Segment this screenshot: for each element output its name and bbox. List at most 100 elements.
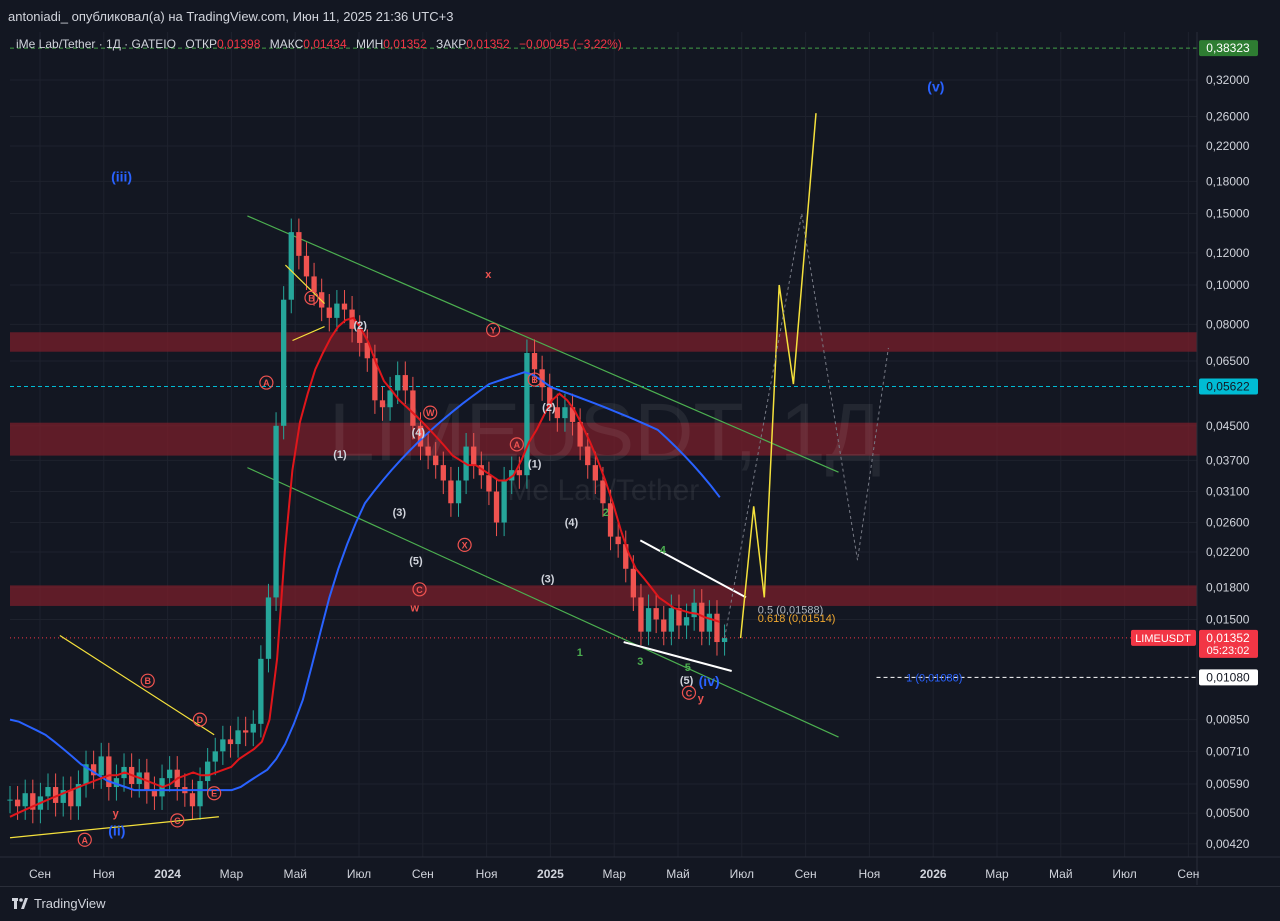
wave-label: 3 <box>637 656 643 668</box>
circled-wave-label: A <box>82 835 89 845</box>
candle-body <box>303 255 310 277</box>
candle-body <box>258 658 264 724</box>
x-tick-label: Мар <box>220 867 244 881</box>
x-tick-label: Ноя <box>93 867 115 881</box>
y-tick-label: 0,00420 <box>1206 837 1250 851</box>
candle-body <box>281 299 287 426</box>
candle-body <box>615 536 621 545</box>
circled-wave-label: C <box>416 585 423 595</box>
legend-open-label: ОТКР <box>185 37 217 51</box>
wave-label: (5) <box>680 675 694 687</box>
y-tick-label: 0,10000 <box>1206 278 1250 292</box>
y-tick-label: 0,22000 <box>1206 139 1250 153</box>
candle-body <box>410 390 416 426</box>
bar-countdown: 05:23:02 <box>1207 645 1250 657</box>
wave-label: (3) <box>541 574 555 586</box>
price-tag-value: 0,05622 <box>1206 380 1250 394</box>
legend-symbol[interactable]: iMe Lab/Tether · 1Д · GATEIO <box>16 37 176 51</box>
candle-body <box>220 739 226 752</box>
circled-wave-label: E <box>211 789 217 799</box>
fib-label: 0.618 (0,01514) <box>758 613 836 625</box>
x-tick-label: Май <box>1049 867 1073 881</box>
circled-wave-label: D <box>197 715 204 725</box>
candle-body <box>311 276 317 293</box>
candle-body <box>600 480 606 504</box>
tradingview-logo[interactable]: TradingView <box>12 896 106 911</box>
candle-body <box>425 446 431 456</box>
candle-body <box>630 568 637 598</box>
y-tick-label: 0,00590 <box>1206 777 1250 791</box>
wave-label: (2) <box>353 320 367 332</box>
y-tick-label: 0,04500 <box>1206 419 1250 433</box>
candle-body <box>668 608 675 632</box>
legend-close-label: ЗАКР <box>436 37 467 51</box>
circled-wave-label: B <box>308 293 315 303</box>
circled-wave-label: B <box>531 375 538 385</box>
candle-body <box>273 425 279 598</box>
candle-body <box>395 375 401 391</box>
watermark-sub: iMe Lab/Tether <box>501 474 699 507</box>
legend-high-value: 0,01434 <box>303 37 347 51</box>
candle-body <box>531 353 538 370</box>
candle-body <box>402 375 408 391</box>
candle-body <box>683 617 690 626</box>
candle-body <box>242 730 249 733</box>
y-tick-label: 0,01800 <box>1206 580 1250 594</box>
brand-label: TradingView <box>34 896 106 911</box>
candle-body <box>706 613 713 632</box>
x-tick-label: Июл <box>347 867 371 881</box>
ohlc-legend: iMe Lab/Tether · 1Д · GATEIO ОТКР0,01398… <box>16 37 622 51</box>
wave-label: 1 <box>577 647 583 659</box>
legend-close-value: 0,01352 <box>466 37 510 51</box>
y-tick-label: 0,03100 <box>1206 485 1250 499</box>
candle-body <box>471 446 477 466</box>
circled-wave-label: C <box>174 816 181 826</box>
fib-label: 1 (0,01080) <box>906 672 962 684</box>
x-tick-label: Сен <box>29 867 51 881</box>
candle-body <box>341 303 348 310</box>
wave-label: (4) <box>565 517 579 529</box>
candle-body <box>433 455 439 466</box>
resistance-zone <box>10 332 1197 352</box>
x-tick-label: Сен <box>412 867 434 881</box>
candle-body <box>585 446 591 466</box>
wave-label: w <box>409 602 419 614</box>
y-tick-label: 0,02600 <box>1206 516 1250 530</box>
wave-label: (3) <box>393 507 407 519</box>
wave-label: (iv) <box>699 673 720 689</box>
circled-wave-label: A <box>263 378 270 388</box>
y-tick-label: 0,03700 <box>1206 453 1250 467</box>
y-tick-label: 0,08000 <box>1206 317 1250 331</box>
candle-body <box>653 608 659 620</box>
candle-body <box>387 390 393 408</box>
wave-label: (ii) <box>108 823 125 839</box>
candle-body <box>166 769 173 779</box>
y-tick-label: 0,00850 <box>1206 713 1250 727</box>
y-tick-label: 0,02200 <box>1206 545 1250 559</box>
candle-body <box>227 739 234 745</box>
circled-wave-label: W <box>426 408 435 418</box>
candle-body <box>7 799 13 801</box>
candle-body <box>562 407 568 419</box>
candle-body <box>714 613 720 643</box>
price-tag-value: 0,38323 <box>1206 41 1250 55</box>
price-chart[interactable]: LIMEUSDT, 1Д iMe Lab/Tether (iii)(ii)(iv… <box>0 0 1280 920</box>
x-tick-label: 2026 <box>920 867 947 881</box>
candle-body <box>296 232 302 256</box>
candle-body <box>22 793 28 807</box>
circled-wave-label: B <box>144 676 151 686</box>
wave-label: (5) <box>409 555 423 567</box>
y-tick-label: 0,12000 <box>1206 246 1250 260</box>
candle-body <box>326 307 332 318</box>
candle-body <box>197 781 203 807</box>
author-line: antoniadi_ опубликовал(а) на TradingView… <box>8 9 454 24</box>
candle-body <box>379 400 386 408</box>
y-tick-label: 0,00500 <box>1206 806 1250 820</box>
candle-body <box>189 793 196 807</box>
x-tick-label: 2025 <box>537 867 564 881</box>
y-tick-label: 0,18000 <box>1206 174 1250 188</box>
candle-body <box>265 597 272 659</box>
candle-body <box>448 480 454 504</box>
x-tick-label: Мар <box>602 867 626 881</box>
legend-low-value: 0,01352 <box>383 37 427 51</box>
